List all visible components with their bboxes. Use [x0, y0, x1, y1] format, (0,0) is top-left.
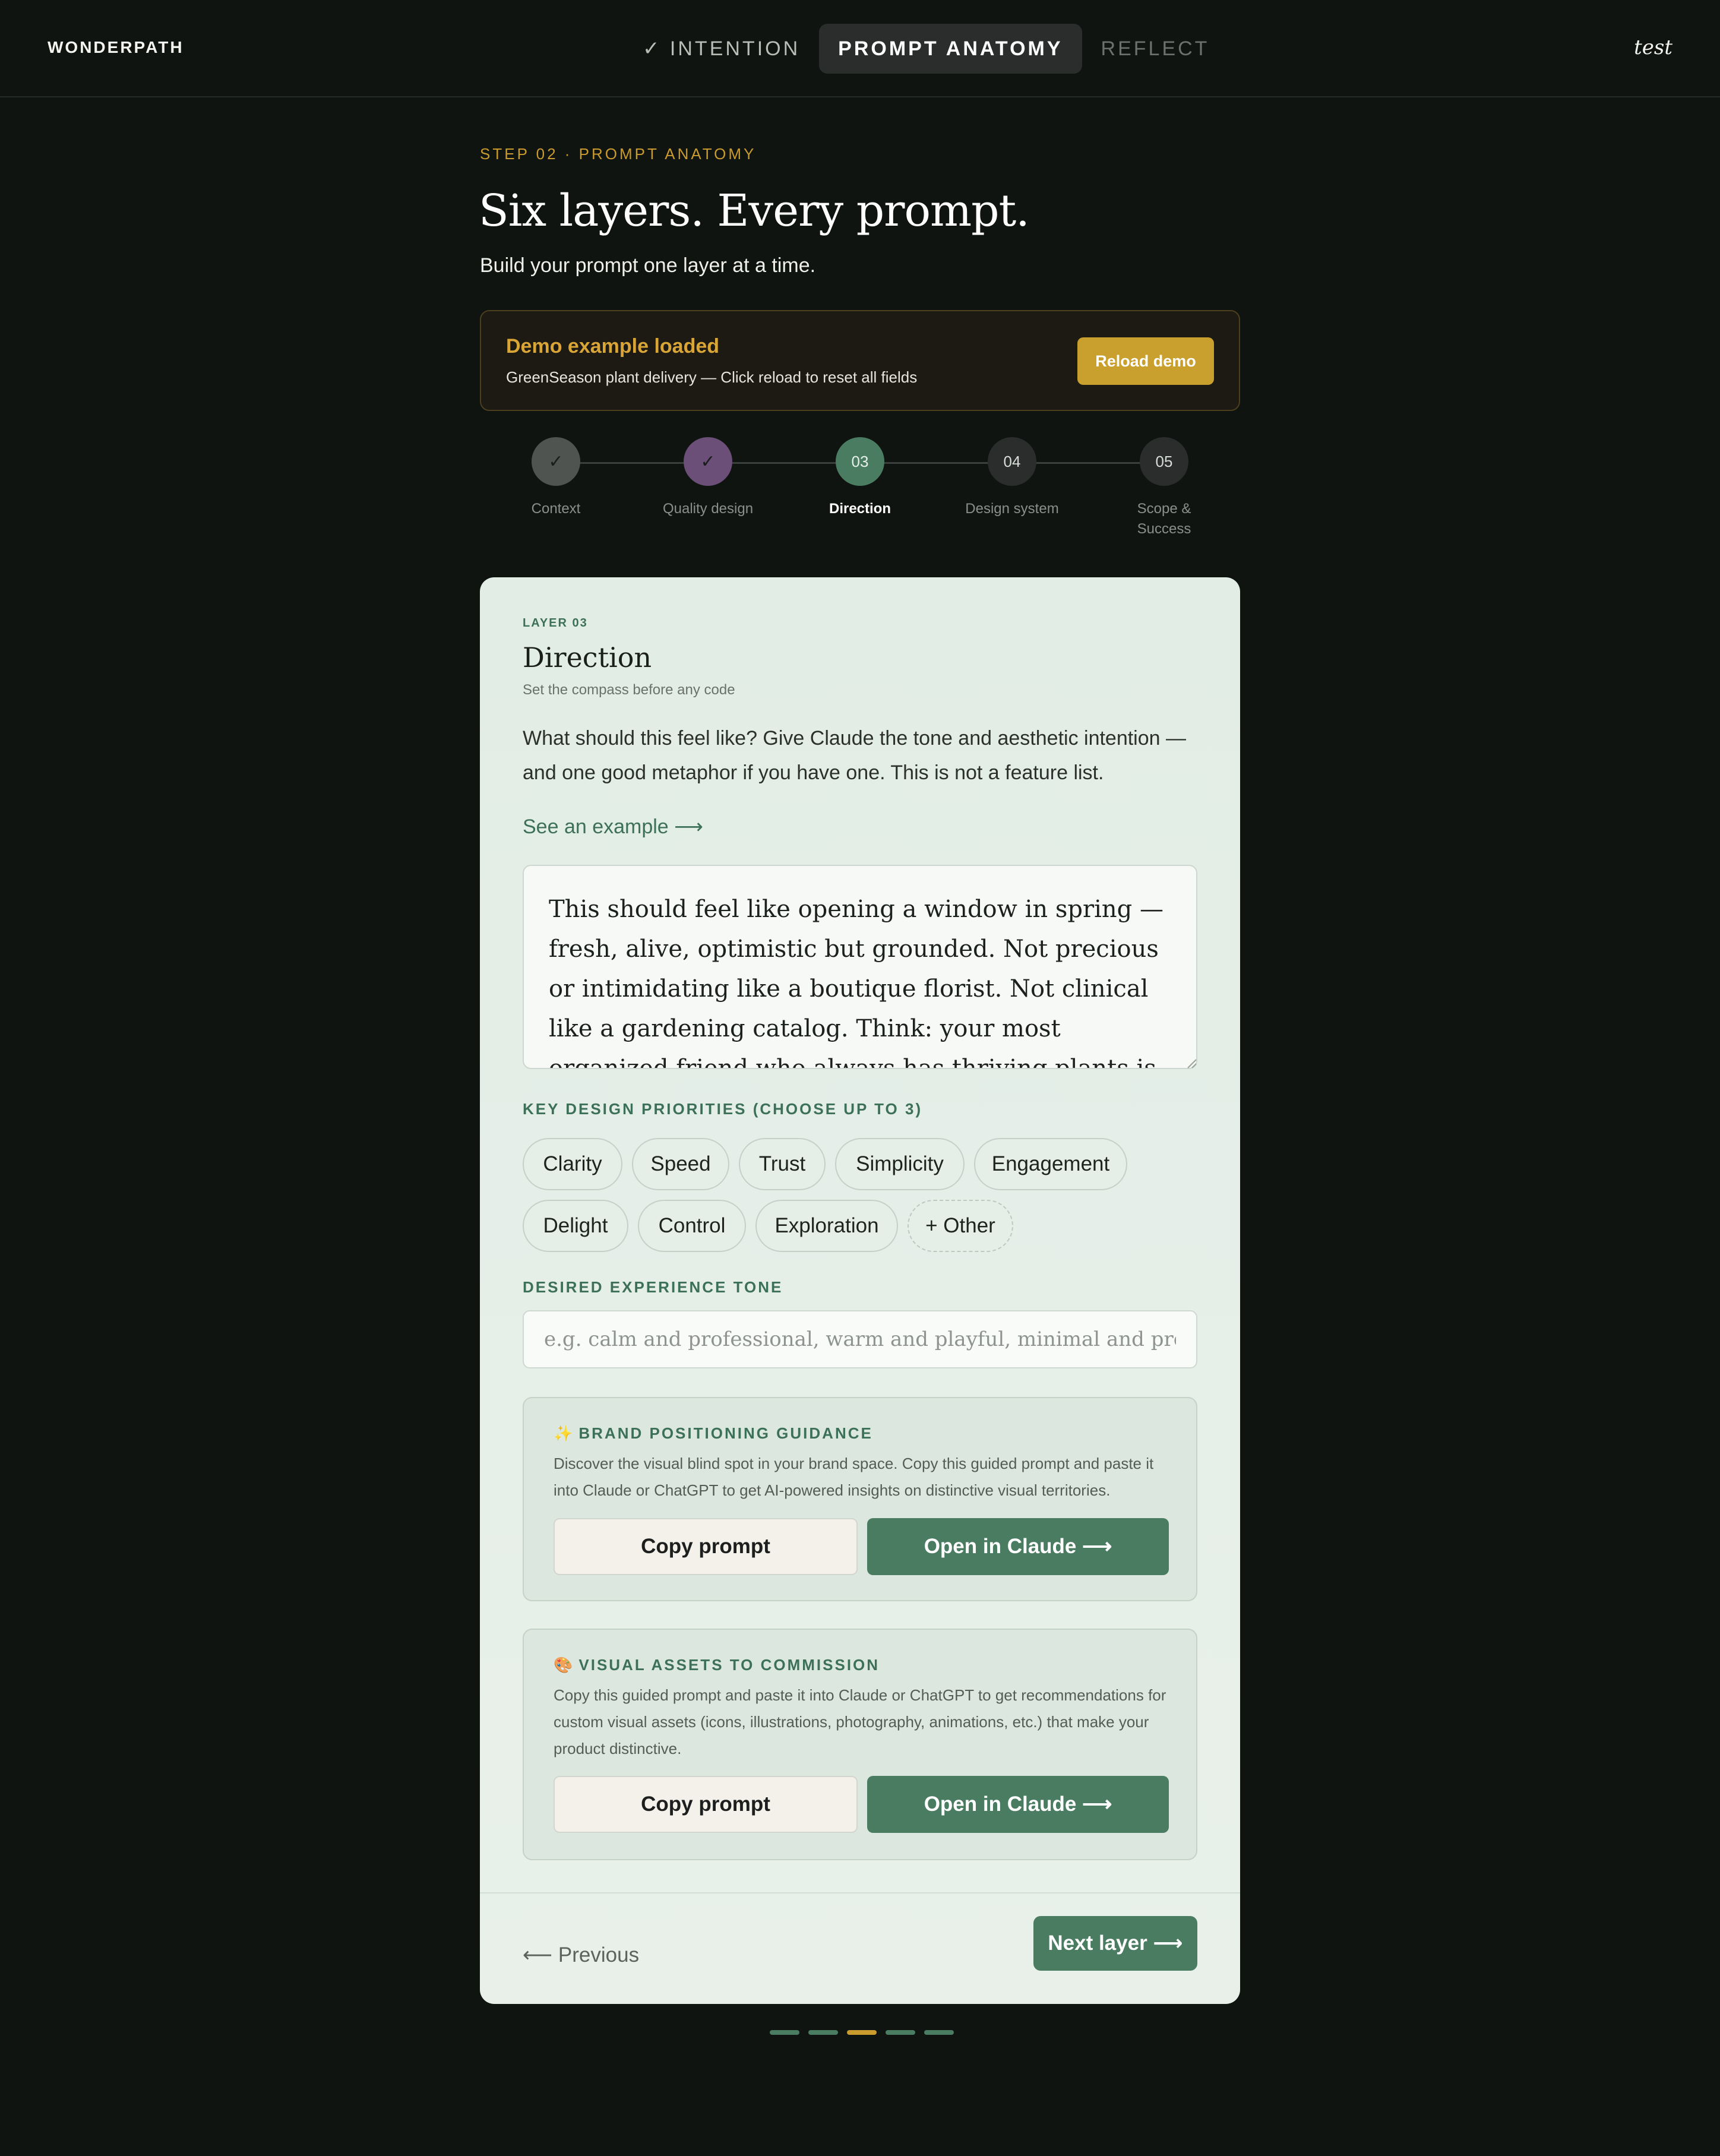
visual-assets-description: Copy this guided prompt and paste it int… — [554, 1686, 1166, 1757]
visual-copy-prompt-button[interactable]: Copy prompt — [554, 1776, 858, 1833]
chip-engagement[interactable]: Engagement — [974, 1138, 1127, 1190]
chip-delight[interactable]: Delight — [523, 1200, 628, 1252]
next-layer-button[interactable]: Next layer ⟶ — [1033, 1916, 1197, 1971]
chip-trust[interactable]: Trust — [739, 1138, 826, 1190]
step-design-system[interactable]: 04 Design system — [953, 437, 1071, 519]
check-icon: ✓ — [700, 451, 716, 472]
direction-textarea[interactable] — [523, 865, 1197, 1069]
demo-banner: Demo example loaded GreenSeason plant de… — [480, 310, 1240, 411]
priority-chips: Clarity Speed Trust Simplicity Engagemen… — [523, 1138, 1200, 1257]
palette-icon: 🎨 — [554, 1656, 573, 1674]
step-context[interactable]: ✓ Context — [497, 437, 615, 519]
experience-tone-input[interactable] — [523, 1310, 1197, 1368]
chip-control[interactable]: Control — [638, 1200, 746, 1252]
layer-stepper: ✓ Context ✓ Quality design 03 Direction … — [480, 437, 1240, 544]
tab-prompt-anatomy[interactable]: PROMPT ANATOMY — [819, 24, 1082, 74]
brand-open-in-claude-button[interactable]: Open in Claude ⟶ — [867, 1518, 1169, 1575]
visual-assets-title: 🎨 VISUAL ASSETS TO COMMISSION — [554, 1656, 880, 1674]
layer-card: LAYER 03 Direction Set the compass befor… — [480, 577, 1240, 2004]
step-context-label: Context — [531, 501, 581, 517]
chip-speed[interactable]: Speed — [632, 1138, 729, 1190]
step-direction[interactable]: 03 Direction — [801, 437, 919, 519]
check-icon: ✓ — [548, 451, 564, 472]
step-quality-design[interactable]: ✓ Quality design — [649, 437, 767, 519]
step-design-system-circle: 04 — [988, 437, 1036, 486]
brand-positioning-title-text: BRAND POSITIONING GUIDANCE — [578, 1424, 873, 1442]
step-number: 04 — [1003, 452, 1021, 470]
layer-subtitle: Set the compass before any code — [523, 682, 735, 698]
brand-positioning-description: Discover the visual blind spot in your b… — [554, 1455, 1154, 1499]
brand-positioning-title: ✨ BRAND POSITIONING GUIDANCE — [554, 1424, 873, 1443]
brand-positioning-panel: ✨ BRAND POSITIONING GUIDANCE Discover the… — [523, 1397, 1197, 1601]
step-quality-design-circle: ✓ — [684, 437, 732, 486]
tab-intention[interactable]: ✓ INTENTION — [624, 24, 819, 74]
step-direction-circle: 03 — [836, 437, 884, 486]
demo-banner-subtitle: GreenSeason plant delivery — Click reloa… — [506, 368, 918, 386]
chip-exploration[interactable]: Exploration — [755, 1200, 898, 1252]
progress-dot — [808, 2030, 838, 2035]
brand-logo[interactable]: WONDERPATH — [48, 38, 184, 57]
layer-tag: LAYER 03 — [523, 617, 588, 630]
step-scope-success[interactable]: 05 Scope & Success — [1123, 437, 1206, 539]
page-title: Six layers. Every prompt. — [479, 185, 1030, 236]
progress-dot — [924, 2030, 954, 2035]
chip-simplicity[interactable]: Simplicity — [835, 1138, 965, 1190]
step-context-circle: ✓ — [532, 437, 580, 486]
top-navigation-bar: WONDERPATH ✓ INTENTION PROMPT ANATOMY RE… — [0, 0, 1720, 97]
resize-handle-icon[interactable] — [1187, 1058, 1197, 1069]
chip-add-other[interactable]: + Other — [908, 1200, 1013, 1252]
see-example-link[interactable]: See an example ⟶ — [523, 815, 703, 839]
progress-dot — [770, 2030, 799, 2035]
sparkles-icon: ✨ — [554, 1424, 573, 1442]
step-scope-success-circle: 05 — [1140, 437, 1188, 486]
step-quality-design-label: Quality design — [662, 501, 754, 517]
step-number: 03 — [851, 452, 869, 470]
step-direction-label: Direction — [829, 501, 891, 517]
progress-dot — [886, 2030, 915, 2035]
priorities-label: KEY DESIGN PRIORITIES (CHOOSE UP TO 3) — [523, 1100, 923, 1118]
user-name[interactable]: test — [1634, 36, 1672, 59]
step-tabs: ✓ INTENTION PROMPT ANATOMY REFLECT — [624, 24, 1228, 74]
page-subtitle: Build your prompt one layer at a time. — [480, 254, 816, 277]
chip-clarity[interactable]: Clarity — [523, 1138, 622, 1190]
visual-assets-panel: 🎨 VISUAL ASSETS TO COMMISSION Copy this g… — [523, 1629, 1197, 1860]
progress-indicator — [770, 2030, 954, 2035]
layer-title: Direction — [523, 641, 652, 674]
layer-description: What should this feel like? Give Claude … — [523, 727, 1187, 784]
progress-dot — [847, 2030, 877, 2035]
tone-label: DESIRED EXPERIENCE TONE — [523, 1278, 783, 1296]
step-scope-success-label: Scope & Success — [1137, 501, 1191, 537]
step-number: 05 — [1155, 452, 1173, 470]
visual-open-in-claude-button[interactable]: Open in Claude ⟶ — [867, 1776, 1169, 1833]
brand-copy-prompt-button[interactable]: Copy prompt — [554, 1518, 858, 1575]
card-footer-divider — [480, 1892, 1240, 1893]
step-eyebrow: STEP 02 · PROMPT ANATOMY — [480, 145, 757, 163]
previous-button[interactable]: ⟵ Previous — [523, 1943, 639, 1967]
step-design-system-label: Design system — [965, 501, 1059, 517]
visual-assets-title-text: VISUAL ASSETS TO COMMISSION — [578, 1656, 880, 1674]
demo-banner-title: Demo example loaded — [506, 335, 720, 358]
tab-reflect[interactable]: REFLECT — [1082, 24, 1229, 74]
reload-demo-button[interactable]: Reload demo — [1077, 337, 1214, 385]
